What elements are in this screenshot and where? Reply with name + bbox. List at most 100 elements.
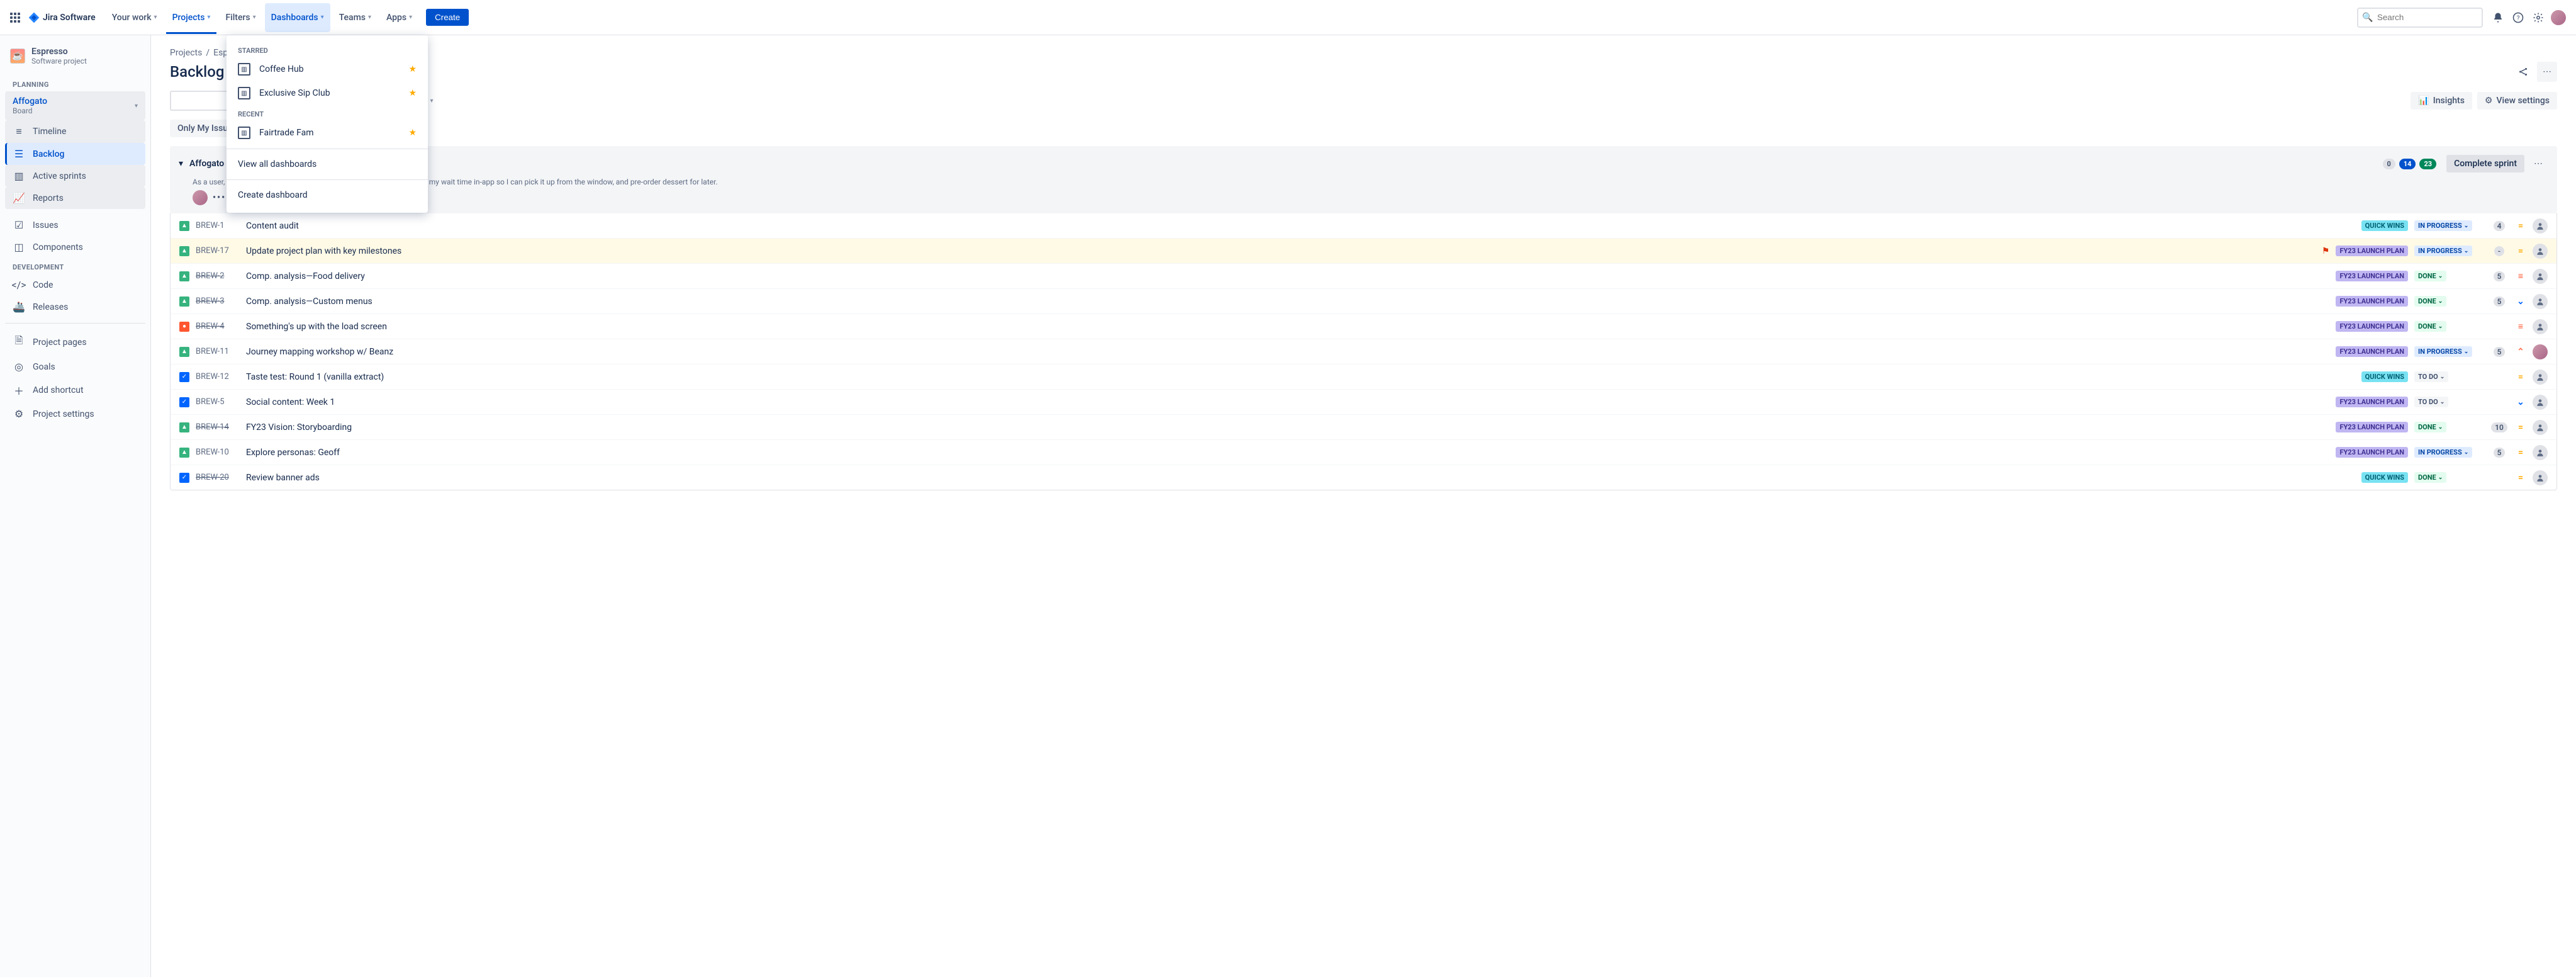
sprint-more-inline[interactable]: ••• (213, 193, 226, 203)
view-settings-button[interactable]: ⚙View settings (2477, 92, 2557, 110)
sidebar-item-active-sprints[interactable]: ▥Active sprints (5, 165, 145, 187)
epic-tag[interactable]: FY23 LAUNCH PLAN (2336, 447, 2408, 458)
dropdown-dashboard-item[interactable]: ▥ Coffee Hub ★ (227, 57, 428, 81)
issue-row[interactable]: ▲BREW-11Journey mapping workshop w/ Bean… (171, 339, 2556, 364)
status-pill[interactable]: IN PROGRESS ⌄ (2414, 447, 2472, 458)
issue-row[interactable]: ▲BREW-14FY23 Vision: StoryboardingFY23 L… (171, 414, 2556, 439)
insights-button[interactable]: 📊Insights (2411, 92, 2472, 110)
epic-tag[interactable]: FY23 LAUNCH PLAN (2336, 346, 2408, 357)
status-pill[interactable]: DONE ⌄ (2414, 271, 2446, 281)
issue-row[interactable]: ▲BREW-1Content auditQUICK WINSIN PROGRES… (171, 213, 2556, 238)
sidebar-item-add-shortcut[interactable]: ＋Add shortcut (5, 378, 145, 403)
story-points[interactable]: 5 (2494, 271, 2506, 281)
sidebar-item-issues[interactable]: ☑Issues (5, 214, 145, 236)
epic-tag[interactable]: FY23 LAUNCH PLAN (2336, 397, 2408, 407)
dropdown-create-dashboard[interactable]: Create dashboard (227, 184, 428, 206)
sidebar-item-reports[interactable]: 📈Reports (5, 187, 145, 209)
assignee-avatar[interactable] (2533, 294, 2548, 309)
story-points[interactable]: 4 (2494, 221, 2506, 231)
assignee-avatar[interactable] (2533, 344, 2548, 359)
sidebar-item-code[interactable]: </>Code (5, 274, 145, 296)
sidebar-item-backlog[interactable]: ☰Backlog (5, 143, 145, 165)
issue-key[interactable]: BREW-2 (196, 271, 240, 281)
status-pill[interactable]: IN PROGRESS ⌄ (2414, 220, 2472, 231)
star-icon[interactable]: ★ (408, 128, 417, 138)
global-search-input[interactable] (2357, 8, 2483, 28)
issue-key[interactable]: BREW-17 (196, 246, 240, 256)
nav-dashboards[interactable]: Dashboards▾ (265, 3, 330, 32)
status-pill[interactable]: IN PROGRESS ⌄ (2414, 246, 2472, 256)
issue-summary[interactable]: Comp. analysis—Food delivery (246, 271, 2314, 281)
issue-summary[interactable]: Social content: Week 1 (246, 397, 2314, 407)
story-points[interactable]: - (2494, 246, 2504, 256)
status-pill[interactable]: DONE ⌄ (2414, 422, 2446, 432)
sprint-more-button[interactable]: ⋯ (2528, 154, 2548, 174)
issue-row[interactable]: ▲BREW-17Update project plan with key mil… (171, 238, 2556, 263)
collapse-toggle[interactable]: ▾ (179, 159, 183, 169)
assignee-avatar[interactable] (2533, 470, 2548, 485)
assignee-avatar[interactable] (2533, 420, 2548, 435)
nav-filters[interactable]: Filters▾ (219, 3, 262, 32)
assignee-avatar[interactable] (2533, 269, 2548, 284)
issue-key[interactable]: BREW-4 (196, 322, 240, 331)
issue-key[interactable]: BREW-14 (196, 422, 240, 432)
issue-summary[interactable]: Update project plan with key milestones (246, 246, 2314, 256)
issue-summary[interactable]: Explore personas: Geoff (246, 448, 2314, 458)
issue-summary[interactable]: Comp. analysis—Custom menus (246, 296, 2314, 307)
epic-tag[interactable]: QUICK WINS (2361, 472, 2408, 483)
issue-row[interactable]: ●BREW-4Something's up with the load scre… (171, 313, 2556, 339)
more-actions-button[interactable]: ⋯ (2537, 62, 2557, 82)
issue-summary[interactable]: Taste test: Round 1 (vanilla extract) (246, 372, 2314, 382)
issue-key[interactable]: BREW-11 (196, 347, 240, 356)
dropdown-view-all[interactable]: View all dashboards (227, 153, 428, 176)
status-pill[interactable]: IN PROGRESS ⌄ (2414, 346, 2472, 357)
issue-row[interactable]: ▲BREW-2Comp. analysis—Food deliveryFY23 … (171, 263, 2556, 288)
app-switcher[interactable] (8, 10, 23, 25)
star-icon[interactable]: ★ (408, 88, 417, 98)
epic-tag[interactable]: FY23 LAUNCH PLAN (2336, 296, 2408, 307)
nav-projects[interactable]: Projects▾ (166, 3, 217, 34)
create-button[interactable]: Create (426, 9, 469, 26)
global-search[interactable]: 🔍 (2357, 8, 2483, 28)
issue-key[interactable]: BREW-3 (196, 296, 240, 306)
settings-button[interactable] (2528, 8, 2548, 28)
status-pill[interactable]: TO DO ⌄ (2414, 397, 2448, 407)
nav-your-work[interactable]: Your work▾ (106, 3, 164, 32)
epic-tag[interactable]: QUICK WINS (2361, 371, 2408, 382)
complete-sprint-button[interactable]: Complete sprint (2446, 155, 2524, 172)
help-button[interactable]: ? (2508, 8, 2528, 28)
status-pill[interactable]: DONE ⌄ (2414, 296, 2446, 307)
dropdown-dashboard-item[interactable]: ▥ Exclusive Sip Club ★ (227, 81, 428, 105)
issue-summary[interactable]: FY23 Vision: Storyboarding (246, 422, 2314, 432)
sidebar-board-selector[interactable]: Affogato Board ▾ (5, 91, 145, 120)
sidebar-item-project-pages[interactable]: 🗎Project pages (5, 329, 145, 356)
sidebar-item-components[interactable]: ◫Components (5, 236, 145, 258)
epic-tag[interactable]: FY23 LAUNCH PLAN (2336, 321, 2408, 332)
profile-button[interactable] (2548, 8, 2568, 28)
assignee-avatar[interactable] (2533, 445, 2548, 460)
issue-summary[interactable]: Something's up with the load screen (246, 322, 2314, 332)
dropdown-dashboard-item[interactable]: ▥ Fairtrade Fam ★ (227, 121, 428, 145)
issue-key[interactable]: BREW-12 (196, 372, 240, 381)
issue-summary[interactable]: Journey mapping workshop w/ Beanz (246, 347, 2314, 357)
notifications-button[interactable] (2488, 8, 2508, 28)
issue-key[interactable]: BREW-5 (196, 397, 240, 407)
issue-summary[interactable]: Review banner ads (246, 473, 2314, 483)
assignee-avatar[interactable] (2533, 370, 2548, 385)
issue-row[interactable]: ▲BREW-10Explore personas: GeoffFY23 LAUN… (171, 439, 2556, 465)
story-points[interactable]: 10 (2491, 422, 2507, 432)
sidebar-item-timeline[interactable]: ≡Timeline (5, 120, 145, 143)
issue-row[interactable]: ✓BREW-5Social content: Week 1FY23 LAUNCH… (171, 389, 2556, 414)
assignee-avatar[interactable] (2533, 395, 2548, 410)
issue-key[interactable]: BREW-10 (196, 448, 240, 457)
sidebar-item-releases[interactable]: 🚢Releases (5, 296, 145, 318)
epic-tag[interactable]: FY23 LAUNCH PLAN (2336, 271, 2408, 281)
status-pill[interactable]: TO DO ⌄ (2414, 371, 2448, 382)
share-button[interactable] (2513, 62, 2533, 82)
nav-teams[interactable]: Teams▾ (333, 3, 378, 32)
issue-row[interactable]: ✓BREW-12Taste test: Round 1 (vanilla ext… (171, 364, 2556, 389)
sidebar-item-goals[interactable]: ◎Goals (5, 356, 145, 378)
issue-key[interactable]: BREW-20 (196, 473, 240, 482)
story-points[interactable]: 5 (2494, 347, 2506, 357)
assignee-avatar[interactable] (2533, 218, 2548, 234)
